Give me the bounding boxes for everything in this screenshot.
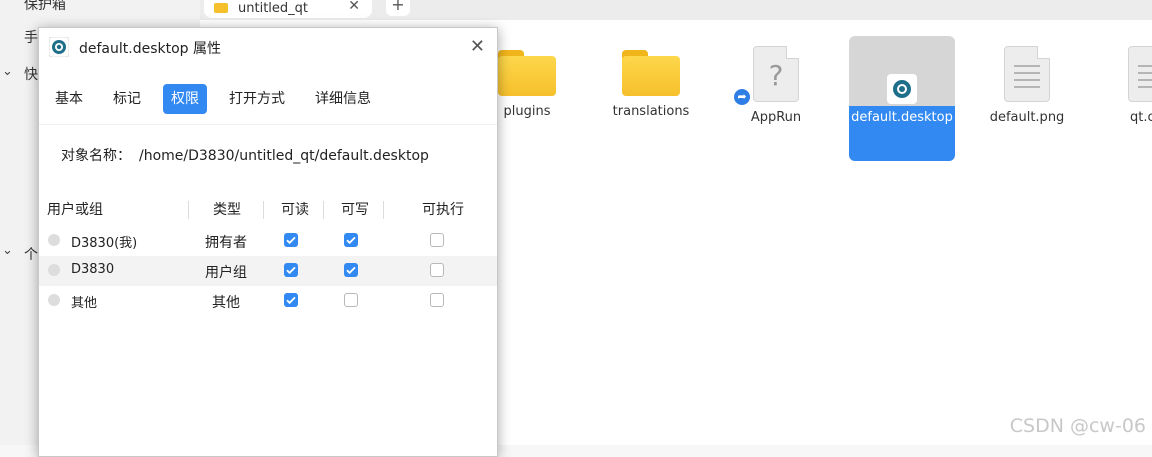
file-item-default-desktop[interactable]: default.desktop: [849, 36, 955, 161]
table-row: 其他 其他: [39, 286, 497, 316]
desktop-entry-icon: [48, 36, 70, 58]
row-type: 拥有者: [205, 235, 247, 251]
sidebar-item-quick[interactable]: 快: [24, 64, 38, 84]
tab-untitled-qt[interactable]: untitled_qt ✕: [204, 0, 372, 18]
dialog-title: default.desktop 属性: [79, 41, 222, 57]
folder-icon: [498, 50, 556, 96]
desktop-entry-icon: [887, 74, 917, 104]
close-icon[interactable]: ✕: [470, 36, 485, 57]
document-icon: [1128, 46, 1152, 102]
row-type: 其他: [212, 295, 240, 311]
write-checkbox[interactable]: [344, 263, 358, 277]
folder-icon: [622, 50, 680, 96]
column-exec: 可执行: [422, 202, 464, 218]
object-name: 对象名称： /home/D3830/untitled_qt/default.des…: [61, 145, 429, 165]
row-type: 用户组: [205, 265, 247, 281]
write-checkbox[interactable]: [344, 233, 358, 247]
read-checkbox[interactable]: [284, 263, 298, 277]
sidebar-item-hand[interactable]: 手: [24, 27, 38, 47]
sidebar-item-personal[interactable]: 个: [24, 244, 38, 264]
close-icon[interactable]: ✕: [348, 0, 360, 14]
write-checkbox[interactable]: [344, 293, 358, 307]
permissions-panel: 对象名称： /home/D3830/untitled_qt/default.des…: [39, 124, 497, 456]
tab-basic[interactable]: 基本: [47, 84, 91, 114]
read-checkbox[interactable]: [284, 293, 298, 307]
new-tab-button[interactable]: +: [386, 0, 410, 16]
sidebar-item-vault[interactable]: 保护箱: [24, 0, 66, 14]
watermark: CSDN @cw-06: [1009, 415, 1146, 437]
user-icon: [48, 264, 60, 276]
tab-permissions[interactable]: 权限: [163, 84, 207, 114]
unknown-file-icon: ? ➦: [734, 46, 799, 105]
folder-icon: [214, 3, 228, 13]
file-item-qt[interactable]: qt.c: [1100, 46, 1152, 125]
file-item-translations[interactable]: translations: [598, 50, 704, 119]
file-name: default.png: [989, 110, 1065, 125]
table-row: D3830 用户组: [39, 256, 497, 286]
object-name-label: 对象名称：: [61, 148, 131, 164]
exec-checkbox[interactable]: [430, 293, 444, 307]
properties-dialog: default.desktop 属性 ✕ 基本 标记 权限 打开方式 详细信息 …: [38, 27, 498, 457]
chevron-down-icon[interactable]: ⌄: [2, 64, 13, 79]
row-user: D3830: [71, 262, 115, 277]
column-read: 可读: [281, 202, 309, 218]
tab-details[interactable]: 详细信息: [307, 84, 379, 114]
file-name: default.desktop: [851, 110, 953, 125]
dialog-tabs: 基本 标记 权限 打开方式 详细信息: [47, 84, 393, 116]
tab-label: untitled_qt: [238, 0, 308, 16]
tab-open-with[interactable]: 打开方式: [221, 84, 293, 114]
document-icon: [1004, 46, 1050, 102]
exec-checkbox[interactable]: [430, 233, 444, 247]
object-path: /home/D3830/untitled_qt/default.desktop: [139, 148, 429, 164]
column-write: 可写: [341, 202, 369, 218]
dialog-titlebar[interactable]: default.desktop 属性 ✕: [39, 28, 497, 66]
user-icon: [48, 234, 60, 246]
file-item-apprun[interactable]: ? ➦ AppRun: [723, 46, 829, 125]
table-row: D3830(我) 拥有者: [39, 226, 497, 256]
user-icon: [48, 294, 60, 306]
symlink-icon: ➦: [734, 89, 750, 105]
row-user: 其他: [71, 296, 98, 311]
chevron-down-icon[interactable]: ⌄: [2, 243, 13, 258]
file-name: qt.c: [1130, 110, 1152, 125]
file-name: AppRun: [750, 110, 802, 125]
file-item-default-png[interactable]: default.png: [974, 46, 1080, 125]
exec-checkbox[interactable]: [430, 263, 444, 277]
read-checkbox[interactable]: [284, 233, 298, 247]
file-name: translations: [612, 104, 690, 119]
column-type: 类型: [213, 202, 241, 218]
row-user: D3830(我): [71, 236, 138, 251]
tab-tags[interactable]: 标记: [105, 84, 149, 114]
permissions-header: 用户或组 类型 可读 可写 可执行: [39, 199, 497, 223]
column-user: 用户或组: [47, 202, 103, 218]
